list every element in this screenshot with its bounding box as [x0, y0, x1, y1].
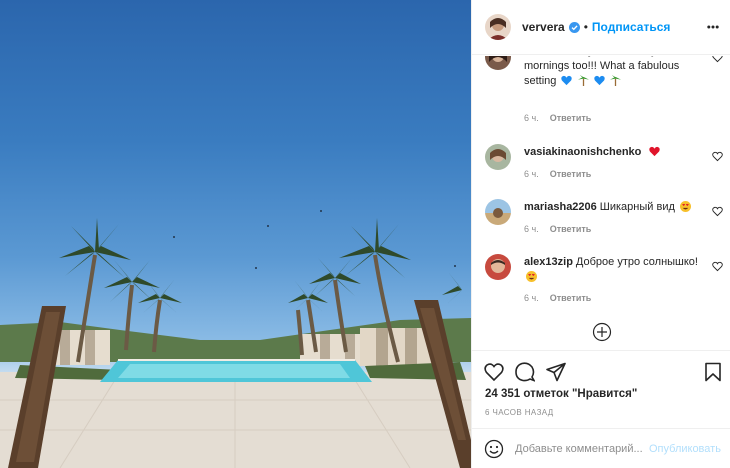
- comment-time: 6 ч.: [524, 224, 539, 234]
- save-bookmark-icon[interactable]: [704, 362, 722, 382]
- commenter-avatar-image: [485, 144, 511, 170]
- comment-time: 6 ч.: [524, 169, 539, 179]
- comment-meta: 6 ч. Ответить: [524, 113, 591, 123]
- comment-time: 6 ч.: [524, 293, 539, 303]
- commenter-avatar-image: [485, 56, 511, 70]
- comment-input[interactable]: [515, 442, 647, 455]
- comment-item: alex13zip Доброе утро солнышко! 6 ч. Ответ…: [485, 254, 725, 306]
- comment-meta: 6 ч. Ответить: [524, 169, 591, 179]
- comment-body: mariasha2206 Шикарный вид: [524, 200, 699, 215]
- author-avatar[interactable]: [485, 14, 511, 40]
- commenter-avatar-image: [485, 254, 511, 280]
- comment-avatar[interactable]: [485, 144, 511, 170]
- comment-avatar[interactable]: [485, 199, 511, 225]
- comment-body: alex13zip Доброе утро солнышко!: [524, 255, 699, 285]
- follow-button[interactable]: Подписаться: [592, 20, 670, 34]
- comment-text: Доброе утро солнышко!: [575, 256, 698, 268]
- blue-heart-icon: [561, 75, 573, 86]
- comment-like-icon[interactable]: [712, 261, 723, 272]
- blue-heart-icon: [593, 75, 605, 86]
- header-separator: •: [583, 20, 588, 34]
- comment-body: oxana_lifestyleLove early mornings too!!…: [524, 56, 699, 89]
- comment-meta: 6 ч. Ответить: [524, 293, 591, 303]
- author-username[interactable]: ververa: [522, 20, 565, 34]
- post-photo[interactable]: [0, 0, 471, 468]
- comment-username[interactable]: mariasha2206: [524, 201, 597, 213]
- post-time[interactable]: 6 ЧАСОВ НАЗАД: [485, 408, 554, 417]
- comment-text: Шикарный вид: [599, 201, 675, 213]
- likes-count[interactable]: 24 351 отметок "Нравится": [485, 388, 637, 400]
- comment-avatar[interactable]: [485, 56, 511, 70]
- instagram-post: ververa • Подписаться oxana_lifestyleLov…: [0, 0, 730, 468]
- comment-meta: 6 ч. Ответить: [524, 224, 591, 234]
- publish-button[interactable]: Опубликовать: [649, 443, 721, 455]
- action-bar: [472, 350, 730, 390]
- emoji-smile-icon[interactable]: [484, 439, 504, 459]
- like-heart-icon[interactable]: [484, 362, 504, 382]
- comments-list[interactable]: oxana_lifestyleLove early mornings too!!…: [472, 56, 730, 350]
- palm-tree-icon: [577, 75, 589, 86]
- comment-like-icon[interactable]: [712, 151, 723, 162]
- reply-button[interactable]: Ответить: [550, 113, 592, 123]
- comment-item: vasiakinaonishchenko 6 ч. Ответить: [485, 144, 725, 180]
- comment-body: vasiakinaonishchenko: [524, 145, 699, 160]
- comment-like-icon[interactable]: [712, 206, 723, 217]
- add-comment-bar: Опубликовать: [472, 428, 730, 468]
- load-more-comments-icon[interactable]: [592, 322, 612, 342]
- reply-button[interactable]: Ответить: [550, 169, 592, 179]
- resort-pool-scene: [0, 210, 471, 468]
- verified-badge-icon: [568, 21, 580, 33]
- comment-like-icon[interactable]: [712, 56, 723, 63]
- comment-time: 6 ч.: [524, 113, 539, 123]
- share-paper-plane-icon[interactable]: [546, 362, 566, 382]
- red-heart-icon: [649, 146, 661, 157]
- comment-avatar[interactable]: [485, 254, 511, 280]
- post-side-panel: ververa • Подписаться oxana_lifestyleLov…: [471, 0, 730, 468]
- commenter-avatar-image: [485, 199, 511, 225]
- comment-item: mariasha2206 Шикарный вид 6 ч. Ответить: [485, 199, 725, 235]
- reply-button[interactable]: Ответить: [550, 293, 592, 303]
- comment-username[interactable]: alex13zip: [524, 256, 573, 268]
- comment-bubble-icon[interactable]: [515, 362, 535, 382]
- comment-username[interactable]: vasiakinaonishchenko: [524, 146, 641, 158]
- post-header: ververa • Подписаться: [472, 0, 730, 55]
- comment-username[interactable]: oxana_lifestyle: [524, 56, 603, 57]
- reply-button[interactable]: Ответить: [550, 224, 592, 234]
- heart-eyes-icon: [679, 201, 691, 212]
- author-avatar-image: [485, 14, 511, 40]
- heart-eyes-icon: [526, 271, 537, 282]
- comment-item: oxana_lifestyleLove early mornings too!!…: [485, 56, 725, 126]
- more-options-icon[interactable]: [707, 21, 719, 33]
- palm-tree-icon: [609, 75, 621, 86]
